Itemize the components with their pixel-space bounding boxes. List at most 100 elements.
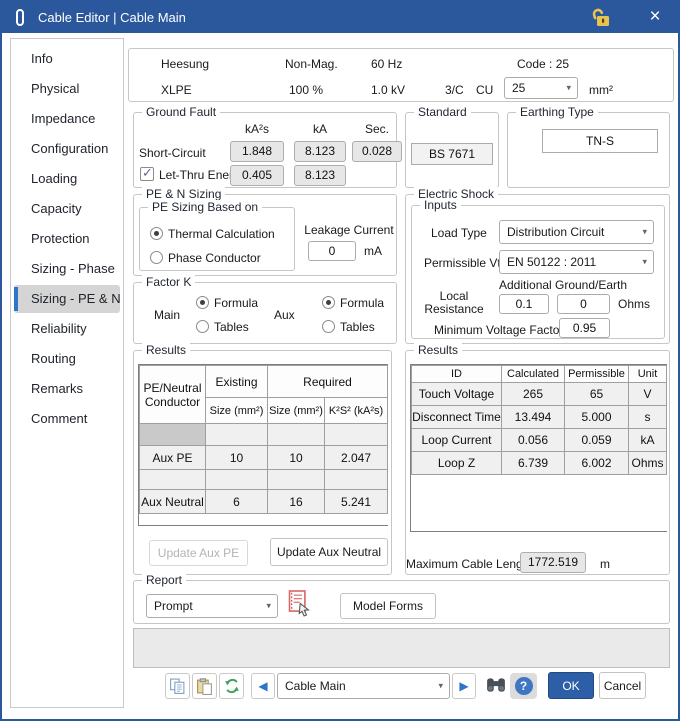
pen-sizing-group: PE & N Sizing PE Sizing Based on Thermal…	[133, 194, 397, 276]
size-required-header: Size (mm²)	[268, 398, 325, 424]
leakage-current-input[interactable]: 0	[308, 241, 356, 261]
table-cell	[140, 470, 206, 490]
shock-results-table: ID Calculated Permissible Unit Touch Vol…	[410, 364, 667, 532]
table-cell: 6	[206, 490, 268, 514]
table-cell	[268, 424, 325, 446]
aux-tables-label: Tables	[340, 320, 375, 334]
report-mode-dropdown[interactable]: Prompt ▾	[146, 594, 278, 618]
report-title: Report	[142, 573, 186, 587]
sidebar-item-protection[interactable]: Protection	[14, 225, 120, 253]
minimum-voltage-factor-input[interactable]: 0.95	[559, 318, 610, 338]
ok-button[interactable]: OK	[548, 672, 594, 699]
unit-header: Unit	[629, 366, 667, 383]
conductor-label: CU	[476, 83, 493, 97]
thermal-calculation-radio[interactable]	[150, 227, 163, 240]
local-resistance-line1: Local	[440, 289, 469, 303]
table-filler	[140, 514, 388, 526]
main-formula-radio[interactable]	[196, 296, 209, 309]
table-cell: 10	[268, 446, 325, 470]
ground-earth-header: Ground/Earth	[555, 278, 623, 292]
factor-k-group: Factor K Main Formula Tables Aux Formula…	[133, 282, 397, 344]
table-cell: Ohms	[629, 452, 667, 475]
table-row: Loop Z 6.739 6.002 Ohms	[412, 452, 667, 475]
table-cell: 13.494	[502, 406, 565, 429]
component-selector-dropdown[interactable]: Cable Main ▾	[277, 673, 450, 699]
additional-resistance-input[interactable]: 0.1	[499, 294, 549, 314]
next-item-button[interactable]: ▶	[452, 673, 476, 699]
sidebar-item-routing[interactable]: Routing	[14, 345, 120, 373]
table-cell: Loop Current	[412, 429, 502, 452]
aux-tables-radio[interactable]	[322, 320, 335, 333]
table-row	[140, 470, 388, 490]
copy-button[interactable]	[165, 673, 190, 699]
k2s2-header: K²S² (kA²s)	[325, 398, 388, 424]
inputs-title: Inputs	[420, 198, 461, 212]
maximum-cable-length-unit: m	[600, 557, 610, 571]
aux-formula-radio[interactable]	[322, 296, 335, 309]
help-button[interactable]: ?	[510, 673, 537, 699]
sidebar-item-reliability[interactable]: Reliability	[14, 315, 120, 343]
sidebar-item-remarks[interactable]: Remarks	[14, 375, 120, 403]
pe-neutral-results-table: PE/Neutral Conductor Existing Required S…	[138, 364, 388, 526]
lock-open-icon[interactable]	[588, 7, 612, 28]
results-left-title: Results	[142, 343, 190, 357]
copy-icon	[169, 678, 186, 695]
sidebar-item-info[interactable]: Info	[14, 45, 120, 73]
update-aux-neutral-button[interactable]: Update Aux Neutral	[270, 538, 388, 566]
sidebar-item-loading[interactable]: Loading	[14, 165, 120, 193]
previous-item-button[interactable]: ◀	[251, 673, 275, 699]
standard-group: Standard BS 7671	[405, 112, 499, 188]
chevron-down-icon: ▾	[438, 681, 443, 692]
update-aux-pe-button[interactable]: Update Aux PE	[149, 540, 248, 566]
paste-icon	[196, 678, 213, 695]
required-header: Required	[268, 366, 388, 398]
sidebar-item-sizing-pe-n[interactable]: Sizing - PE & N	[14, 285, 120, 313]
cancel-button[interactable]: Cancel	[599, 672, 646, 699]
phase-conductor-label: Phase Conductor	[168, 251, 261, 265]
short-circuit-label: Short-Circuit	[139, 146, 206, 160]
table-row	[140, 424, 388, 446]
sidebar-item-impedance[interactable]: Impedance	[14, 105, 120, 133]
table-cell: Loop Z	[412, 452, 502, 475]
load-type-dropdown[interactable]: Distribution Circuit ▾	[499, 220, 654, 244]
sidebar-item-sizing-phase[interactable]: Sizing - Phase	[14, 255, 120, 283]
sidebar-item-comment[interactable]: Comment	[14, 405, 120, 433]
corner-header: PE/Neutral Conductor	[140, 366, 206, 424]
model-forms-button[interactable]: Model Forms	[340, 593, 436, 619]
sidebar-item-physical[interactable]: Physical	[14, 75, 120, 103]
phase-conductor-radio[interactable]	[150, 251, 163, 264]
id-header: ID	[412, 366, 502, 383]
standard-value: BS 7671	[411, 143, 493, 165]
chevron-down-icon: ▾	[642, 257, 647, 268]
status-message-area	[133, 628, 670, 668]
main-tables-label: Tables	[214, 320, 249, 334]
main-formula-label: Formula	[214, 296, 258, 310]
code-label: Code : 25	[517, 57, 569, 71]
minimum-voltage-factor-label: Minimum Voltage Factor	[434, 323, 563, 337]
table-cell: 65	[565, 383, 629, 406]
refresh-button[interactable]	[219, 673, 244, 699]
sidebar-item-capacity[interactable]: Capacity	[14, 195, 120, 223]
size-dropdown-value: 25	[512, 81, 525, 95]
ground-earth-resistance-input[interactable]: 0	[557, 294, 610, 314]
main-tables-radio[interactable]	[196, 320, 209, 333]
close-icon[interactable]: ×	[642, 2, 668, 33]
earthing-type-title: Earthing Type	[516, 105, 598, 119]
permissible-vt-label: Permissible Vt	[424, 256, 501, 270]
report-group: Report Prompt ▾ Model Forms	[133, 580, 670, 624]
corner-header-line2: Conductor	[140, 395, 205, 409]
table-cell	[140, 424, 206, 446]
load-type-value: Distribution Circuit	[507, 225, 604, 239]
size-dropdown[interactable]: 25 ▾	[504, 77, 578, 99]
corner-header-line1: PE/Neutral	[140, 381, 205, 395]
results-left-group: Results PE/Neutral Conductor Existing Re…	[133, 350, 392, 575]
app-cable-icon	[16, 9, 24, 26]
paste-button[interactable]	[192, 673, 217, 699]
sidebar-item-configuration[interactable]: Configuration	[14, 135, 120, 163]
size-existing-header: Size (mm²)	[206, 398, 268, 424]
binoculars-icon[interactable]	[486, 676, 506, 694]
permissible-vt-dropdown[interactable]: EN 50122 : 2011 ▾	[499, 250, 654, 274]
let-thru-energy-checkbox[interactable]: ✓	[140, 167, 154, 181]
table-row: Aux PE 10 10 2.047	[140, 446, 388, 470]
report-doc-icon[interactable]	[286, 589, 312, 619]
